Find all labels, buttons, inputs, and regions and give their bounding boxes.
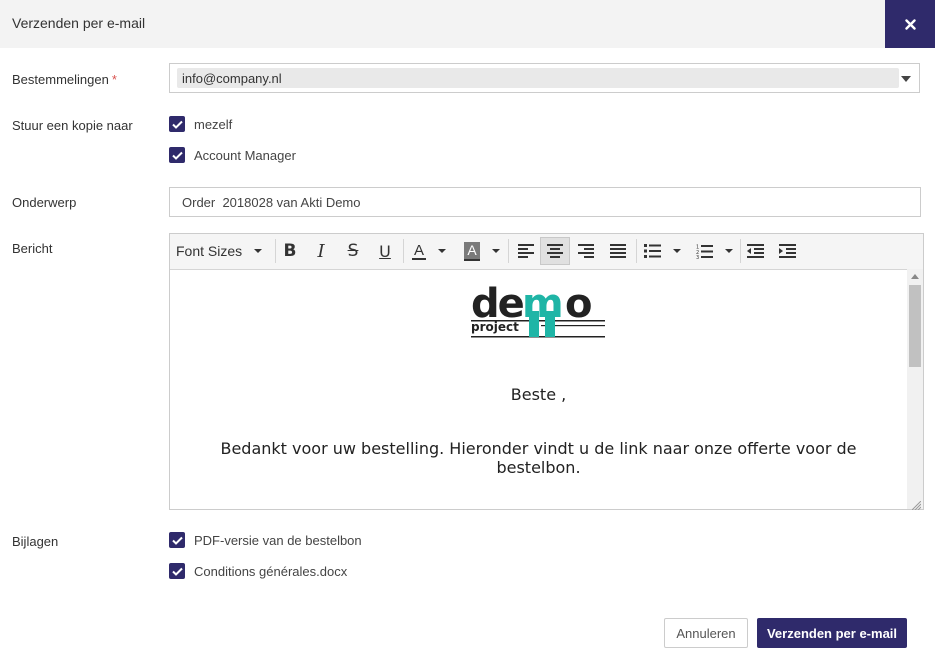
attachment-pdf[interactable]: PDF-versie van de bestelbon <box>169 532 362 548</box>
align-right-icon <box>578 244 594 258</box>
bullet-list-icon <box>643 244 661 258</box>
editor-scrollbar[interactable] <box>907 269 923 511</box>
checkbox-label: PDF-versie van de bestelbon <box>194 532 362 548</box>
align-justify-icon <box>610 244 626 258</box>
italic-button[interactable]: I <box>310 237 332 265</box>
demo-project-logo: de m o project <box>469 281 609 343</box>
checkbox-label: Account Manager <box>194 147 296 163</box>
editor-content[interactable]: de m o project Beste , Bedankt voor uw b… <box>170 269 907 509</box>
toolbar-divider <box>636 239 637 263</box>
recipient-value: info@company.nl <box>182 71 282 86</box>
text-color-icon: A <box>411 241 426 260</box>
checkbox-label: mezelf <box>194 116 233 132</box>
caret-down-icon <box>672 249 681 253</box>
dialog-header: Verzenden per e-mail <box>0 0 935 48</box>
close-icon <box>904 18 916 30</box>
text-color-button[interactable]: A <box>407 237 451 265</box>
scrollbar-thumb[interactable] <box>909 285 921 367</box>
strikethrough-icon: S <box>347 241 359 261</box>
bold-icon: B <box>283 241 297 261</box>
checkbox[interactable] <box>169 563 185 579</box>
message-body: Bedankt voor uw bestelling. Hieronder vi… <box>220 439 857 477</box>
background-color-button[interactable]: A <box>460 237 504 265</box>
indent-icon <box>778 244 796 258</box>
editor-toolbar: Font Sizes B I S U A A 1 2 3 <box>170 234 923 270</box>
checkbox[interactable] <box>169 147 185 163</box>
chevron-down-icon[interactable] <box>901 76 911 82</box>
check-icon <box>171 151 183 160</box>
caret-down-icon <box>491 249 500 253</box>
indent-button[interactable] <box>776 237 798 265</box>
align-right-button[interactable] <box>572 237 600 265</box>
cancel-button[interactable]: Annuleren <box>664 618 748 648</box>
caret-down-icon <box>724 249 733 253</box>
caret-down-icon <box>254 249 262 253</box>
svg-text:3: 3 <box>696 255 699 259</box>
bold-button[interactable]: B <box>279 237 301 265</box>
italic-icon: I <box>317 240 325 262</box>
caret-down-icon <box>438 249 446 253</box>
toolbar-divider <box>740 239 741 263</box>
numbered-list-button[interactable]: 123 <box>692 237 736 265</box>
align-left-button[interactable] <box>512 237 540 265</box>
font-sizes-dropdown[interactable]: Font Sizes <box>176 237 268 265</box>
message-label: Bericht <box>12 241 53 256</box>
copy-option-self[interactable]: mezelf <box>169 116 232 132</box>
send-email-button[interactable]: Verzenden per e-mail <box>757 618 907 648</box>
copy-option-account-manager[interactable]: Account Manager <box>169 147 296 163</box>
checkbox[interactable] <box>169 116 185 132</box>
dialog-title: Verzenden per e-mail <box>12 15 146 31</box>
align-justify-button[interactable] <box>604 237 632 265</box>
outdent-button[interactable] <box>744 237 766 265</box>
check-icon <box>171 120 183 129</box>
scroll-up-arrow-icon[interactable] <box>911 274 919 279</box>
align-left-icon <box>518 244 534 258</box>
checkbox-label: Conditions générales.docx <box>194 563 348 579</box>
recipients-label: Bestemmelingen * <box>12 72 117 87</box>
toolbar-divider <box>403 239 404 263</box>
resize-handle-icon[interactable] <box>911 498 922 511</box>
strikethrough-button[interactable]: S <box>342 237 364 265</box>
align-center-icon <box>547 244 563 258</box>
underline-button[interactable]: U <box>374 237 396 265</box>
check-icon <box>171 536 183 545</box>
message-editor[interactable]: Font Sizes B I S U A A 1 2 3 de m o proj… <box>169 233 924 511</box>
font-sizes-label: Font Sizes <box>176 243 243 259</box>
recipients-select[interactable]: info@company.nl <box>169 63 920 93</box>
subject-label: Onderwerp <box>12 195 77 210</box>
required-mark: * <box>111 72 117 87</box>
checkbox[interactable] <box>169 532 185 548</box>
recipient-chip: info@company.nl <box>177 68 899 88</box>
attachments-label: Bijlagen <box>12 534 59 549</box>
toolbar-divider <box>508 239 509 263</box>
greeting-text: Beste , <box>510 385 567 404</box>
close-button[interactable] <box>885 0 935 48</box>
bullet-list-button[interactable] <box>640 237 684 265</box>
align-center-button[interactable] <box>540 237 570 265</box>
numbered-list-icon: 123 <box>696 244 713 259</box>
copy-label: Stuur een kopie naar <box>12 118 133 133</box>
logo-text-project: project <box>471 320 519 334</box>
toolbar-divider <box>275 239 276 263</box>
subject-input[interactable] <box>169 187 921 217</box>
outdent-icon <box>746 244 764 258</box>
attachment-conditions[interactable]: Conditions générales.docx <box>169 563 347 579</box>
background-color-icon: A <box>464 241 480 261</box>
check-icon <box>171 567 183 576</box>
underline-icon: U <box>379 241 391 261</box>
